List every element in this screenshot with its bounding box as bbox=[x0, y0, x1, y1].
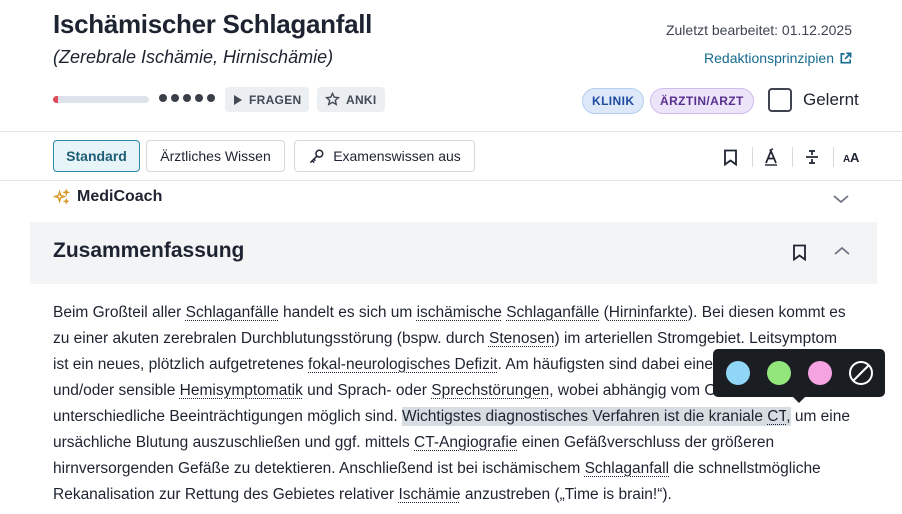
star-icon bbox=[325, 92, 340, 106]
badge-klinik: KLINIK bbox=[582, 88, 645, 114]
highlight-color-green[interactable] bbox=[767, 361, 791, 385]
highlight-color-blue[interactable] bbox=[726, 361, 750, 385]
text-segment: anzustreben („Time is brain!“). bbox=[460, 486, 672, 503]
last-edited: Zuletzt bearbeitet: 01.12.2025 bbox=[665, 22, 852, 38]
toolbar-divider bbox=[752, 147, 753, 167]
strikethrough-icon[interactable] bbox=[801, 146, 823, 168]
glossary-link[interactable]: CT bbox=[767, 407, 787, 426]
learned-label: Gelernt bbox=[803, 90, 859, 109]
learned-toggle[interactable]: Gelernt bbox=[768, 88, 859, 112]
progress-fill bbox=[53, 96, 58, 103]
progress-dot bbox=[207, 94, 215, 102]
text-style-icon[interactable] bbox=[760, 146, 782, 168]
article-subtitle: (Zerebrale Ischämie, Hirnischämie) bbox=[53, 47, 334, 67]
learned-checkbox[interactable] bbox=[768, 88, 792, 112]
key-icon bbox=[310, 149, 324, 163]
glossary-link[interactable]: Hemisymptomatik bbox=[180, 382, 303, 399]
tab-aerztliches-wissen[interactable]: Ärztliches Wissen bbox=[146, 140, 285, 172]
principles-link-label: Redaktionsprinzipien bbox=[704, 50, 834, 66]
tab-standard[interactable]: Standard bbox=[53, 140, 140, 172]
text-segment: ( bbox=[599, 304, 609, 321]
svg-text:A: A bbox=[850, 150, 860, 164]
sparkle-icon bbox=[53, 188, 70, 205]
medicoach-label: MediCoach bbox=[77, 188, 163, 205]
glossary-link[interactable]: CT-Angiografie bbox=[414, 434, 517, 451]
anki-label: ANKI bbox=[346, 92, 377, 107]
remove-highlight-icon[interactable] bbox=[848, 360, 874, 386]
highlighted-text: Wichtigstes diagnostisches Verfahren ist… bbox=[401, 407, 768, 426]
progress-dot bbox=[159, 94, 167, 102]
glossary-link[interactable]: Stenosen bbox=[489, 330, 555, 347]
glossary-link[interactable]: fokal-neurologisches Defizit bbox=[308, 356, 498, 373]
summary-title: Zusammenfassung bbox=[53, 239, 245, 262]
font-size-icon[interactable]: AA bbox=[842, 146, 864, 168]
content-toolbar: Standard Ärztliches Wissen Examenswissen… bbox=[0, 132, 902, 181]
principles-link[interactable]: Redaktionsprinzipien bbox=[704, 50, 852, 66]
glossary-link[interactable]: Hirninfarkte bbox=[609, 304, 688, 321]
text-segment: Beim Großteil aller bbox=[53, 304, 186, 321]
highlight-color-pink[interactable] bbox=[808, 361, 832, 385]
learning-progress-bar bbox=[53, 96, 149, 103]
play-icon bbox=[234, 94, 242, 105]
fragen-label: FRAGEN bbox=[249, 92, 302, 107]
external-link-icon bbox=[840, 52, 852, 64]
chevron-down-icon[interactable] bbox=[832, 193, 850, 205]
bookmark-icon[interactable] bbox=[792, 244, 807, 261]
highlight-color-picker bbox=[713, 349, 885, 403]
tab-examenswissen-label: Examenswissen aus bbox=[333, 148, 461, 164]
text-segment: handelt es sich um bbox=[278, 304, 417, 321]
fragen-button[interactable]: FRAGEN bbox=[225, 87, 310, 112]
glossary-link[interactable]: Ischämie bbox=[399, 486, 461, 503]
badge-arzt: ÄRZTIN/ARZT bbox=[650, 88, 754, 114]
article-header: Ischämischer Schlaganfall (Zerebrale Isc… bbox=[0, 0, 902, 132]
progress-dot bbox=[195, 94, 203, 102]
chevron-up-icon[interactable] bbox=[833, 245, 851, 257]
progress-dot bbox=[171, 94, 179, 102]
glossary-link[interactable]: Schlaganfälle bbox=[506, 304, 599, 321]
text-segment: und Sprach- oder bbox=[302, 382, 432, 399]
glossary-link[interactable]: Schlaganfälle bbox=[186, 304, 279, 321]
medicoach-section[interactable]: MediCoach bbox=[53, 188, 162, 206]
toolbar-divider bbox=[833, 147, 834, 167]
tab-examenswissen[interactable]: Examenswissen aus bbox=[294, 140, 475, 172]
article-title: Ischämischer Schlaganfall bbox=[53, 9, 373, 39]
toolbar-divider bbox=[792, 147, 793, 167]
summary-section-header[interactable]: Zusammenfassung bbox=[30, 222, 877, 284]
anki-button[interactable]: ANKI bbox=[317, 87, 385, 112]
glossary-link[interactable]: Schlaganfall bbox=[585, 460, 669, 477]
summary-paragraph: Beim Großteil aller Schlaganfälle handel… bbox=[53, 300, 853, 508]
progress-dot bbox=[183, 94, 191, 102]
glossary-link[interactable]: ischämische bbox=[417, 304, 502, 321]
progress-dots bbox=[159, 94, 215, 102]
bookmark-icon[interactable] bbox=[719, 146, 741, 168]
glossary-link[interactable]: Sprechstörungen bbox=[431, 382, 549, 399]
